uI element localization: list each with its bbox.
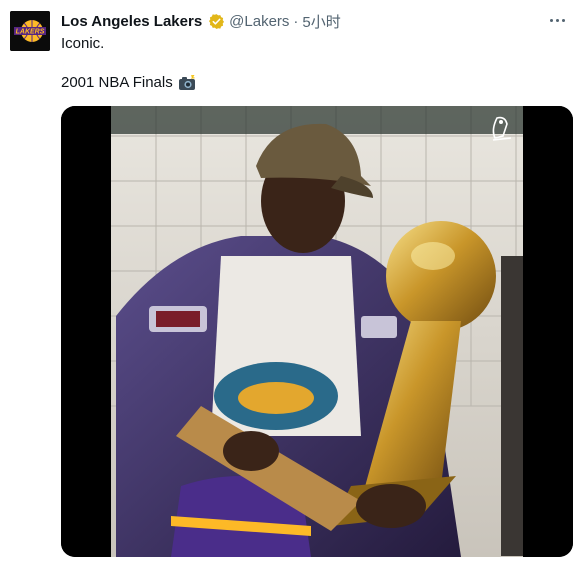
tweet-text-line-2-label: 2001 NBA Finals	[61, 74, 173, 91]
tweet-text-line-1: Iconic.	[61, 35, 105, 52]
more-options-icon[interactable]	[545, 10, 569, 30]
account-handle[interactable]: @Lakers	[229, 13, 289, 30]
avatar-wordmark: LAKERS	[16, 29, 45, 36]
tweet-header: Los Angeles Lakers @Lakers · 5小时	[61, 10, 341, 32]
lakers-logo-icon: LAKERS	[10, 11, 50, 51]
trophy-video-frame	[61, 106, 573, 557]
tweet-card: LAKERS Los Angeles Lakers @Lakers · 5小时 …	[0, 0, 583, 567]
verified-badge-icon[interactable]	[208, 13, 225, 30]
camera-with-flash-icon	[178, 74, 196, 91]
account-name[interactable]: Los Angeles Lakers	[61, 13, 202, 30]
video-player[interactable]	[61, 106, 573, 557]
tweet-text-line-2: 2001 NBA Finals	[61, 74, 196, 91]
post-time[interactable]: 5小时	[302, 11, 340, 32]
lakers-avatar[interactable]: LAKERS	[10, 11, 50, 51]
header-separator: ·	[293, 12, 299, 30]
